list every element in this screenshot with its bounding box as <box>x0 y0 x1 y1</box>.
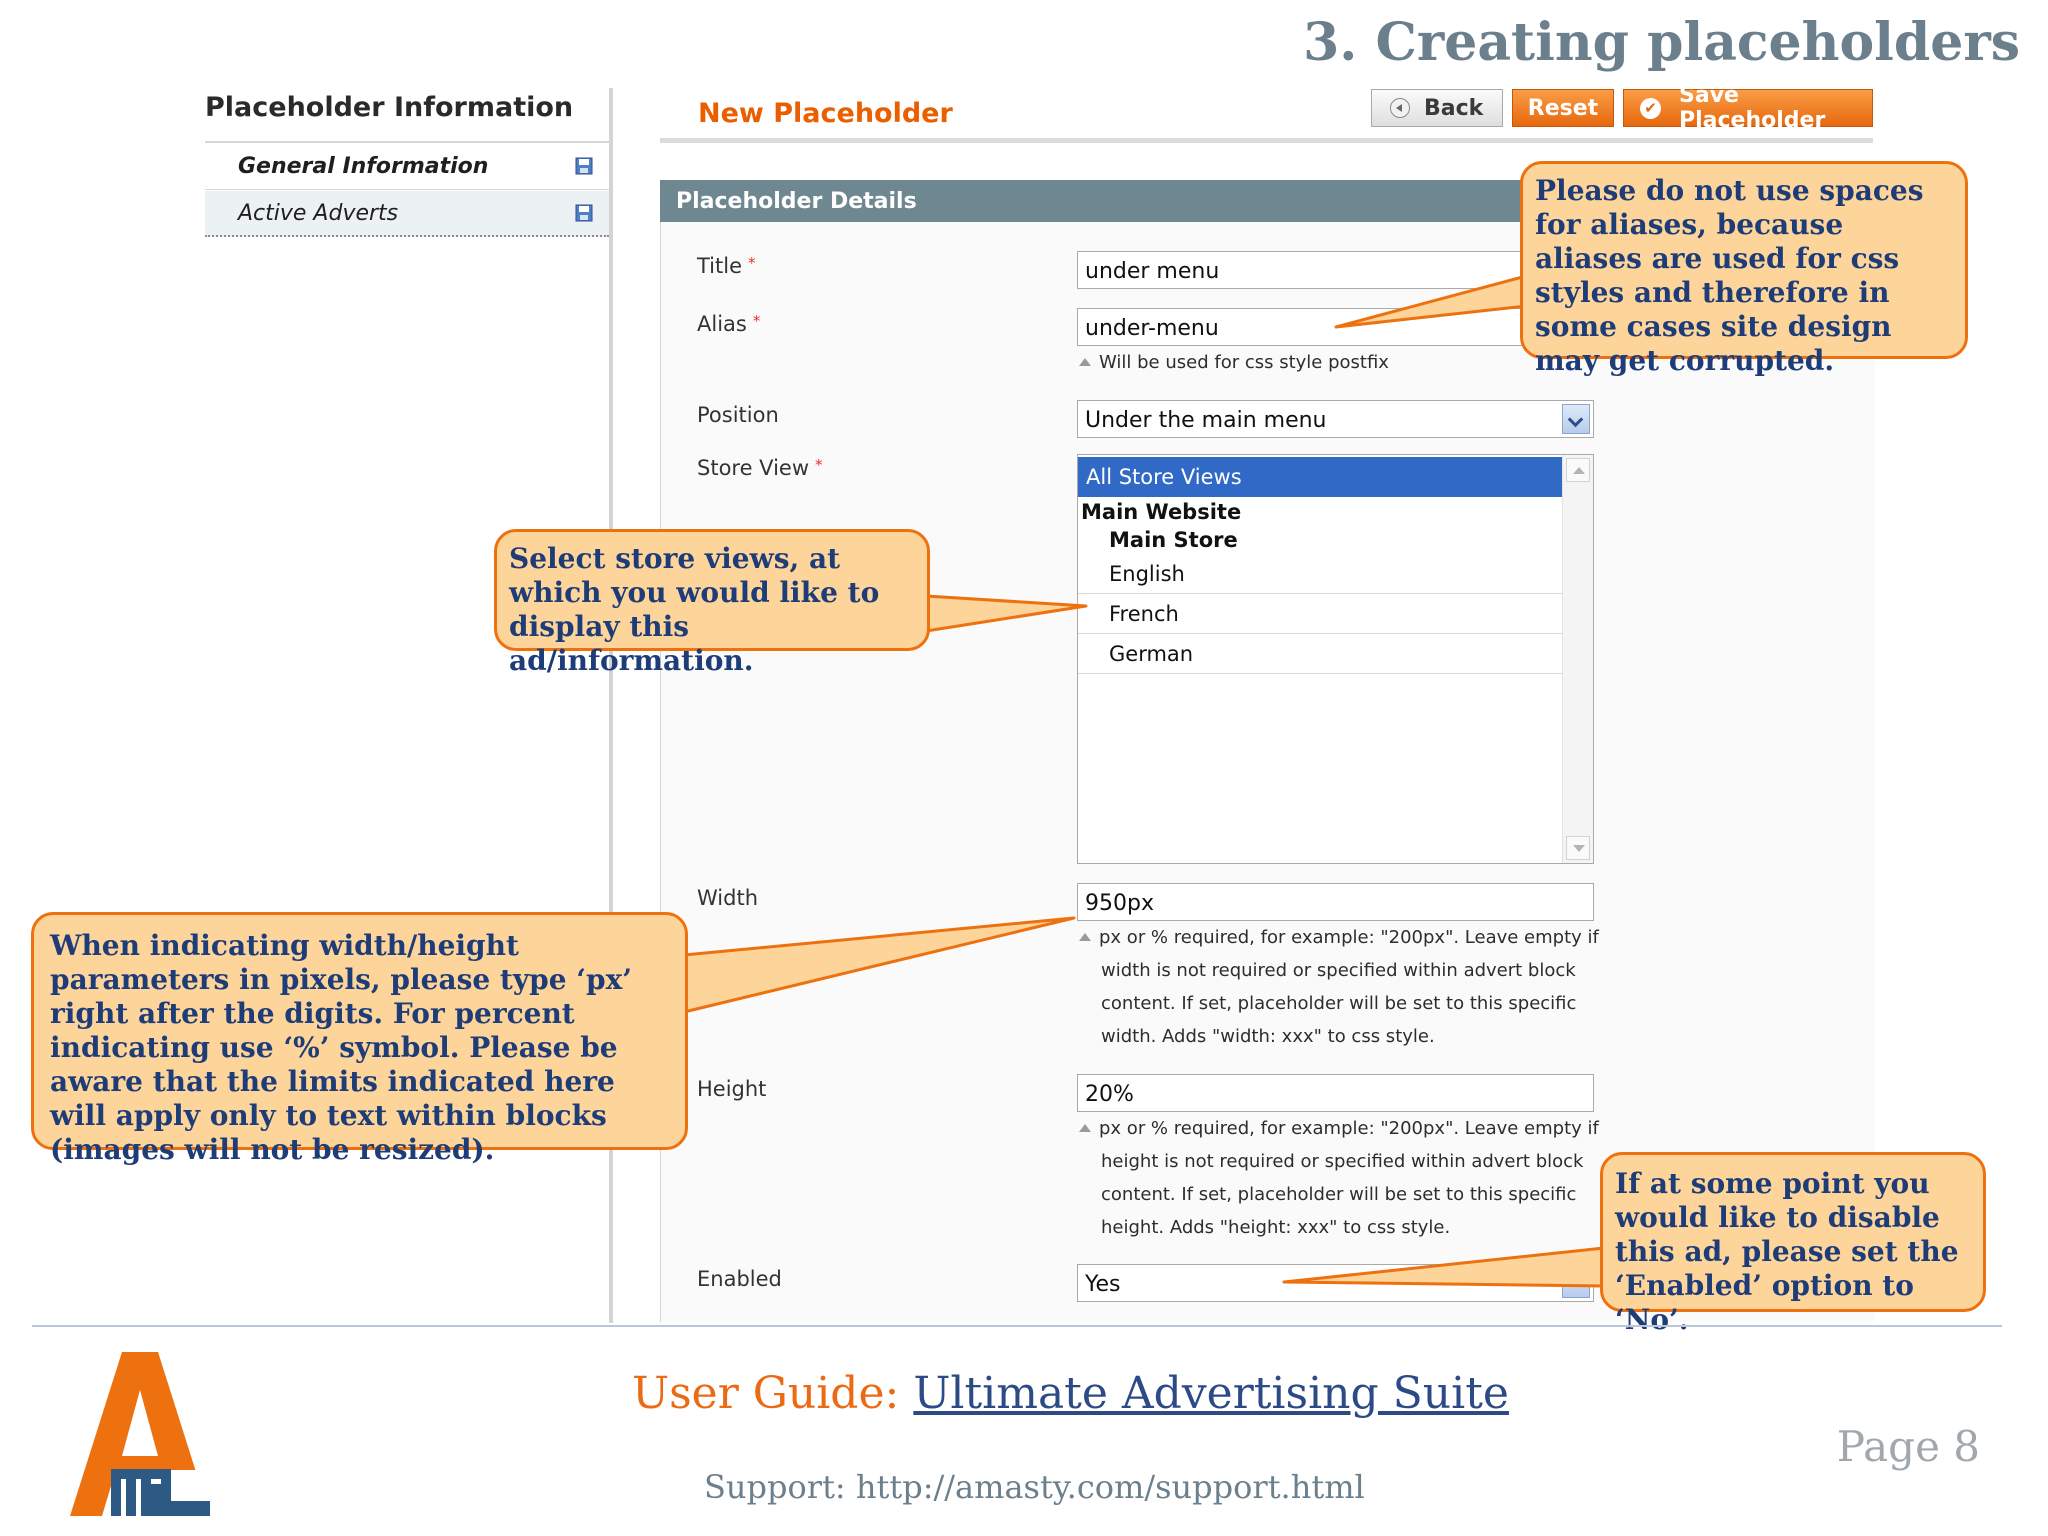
footer-support[interactable]: Support: http://amasty.com/support.html <box>704 1468 1365 1506</box>
alias-callout-pointer <box>1334 274 1528 329</box>
width-height-callout: When indicating width/height parameters … <box>31 912 688 1166</box>
page-number: Page 8 <box>1836 1422 1980 1471</box>
enabled-callout-pointer <box>1282 1246 1606 1288</box>
width-callout-pointer <box>682 916 1076 1014</box>
alias-callout: Please do not use spaces for aliases, be… <box>1520 161 1968 377</box>
store-callout-pointer <box>924 594 1088 633</box>
amasty-logo <box>70 1352 210 1516</box>
store-view-callout: Select store views, at which you would l… <box>494 529 930 677</box>
guide-link[interactable]: Ultimate Advertising Suite <box>913 1368 1509 1419</box>
enabled-callout: If at some point you would like to disab… <box>1600 1152 1986 1336</box>
footer-guide-title: User Guide: Ultimate Advertising Suite <box>632 1368 1509 1419</box>
footer-divider <box>32 1325 2002 1327</box>
